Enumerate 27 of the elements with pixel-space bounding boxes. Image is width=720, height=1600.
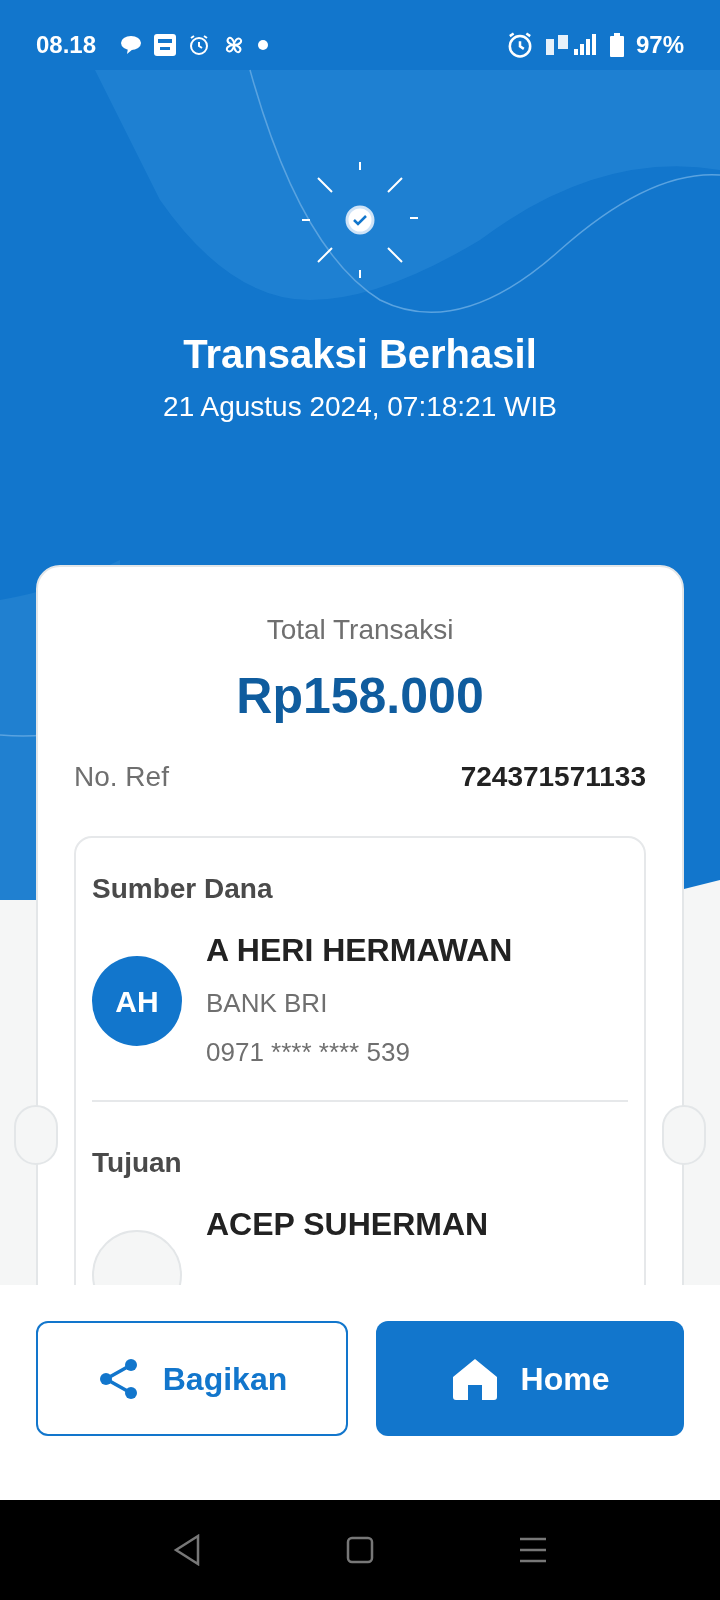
signal-icon (545, 33, 598, 57)
success-check-icon (300, 160, 420, 280)
bank-name: BANK BRI (206, 987, 329, 1020)
transaction-datetime: 21 Agustus 2024, 07:18:21 WIB (162, 390, 558, 424)
chat-icon (120, 35, 143, 55)
back-icon[interactable] (172, 1534, 202, 1566)
app-icon (154, 34, 177, 56)
account-number: 0971 **** **** 539 (206, 1036, 411, 1069)
dot-icon (258, 40, 269, 50)
share-button[interactable]: Bagikan (36, 1321, 348, 1436)
total-label: Total Transaksi (265, 613, 455, 647)
party-name: A HERI HERMAWAN (206, 931, 513, 970)
reference-number: 724371571133 (460, 760, 646, 794)
square-icon[interactable] (346, 1536, 374, 1564)
avatar: AH (92, 956, 182, 1046)
alarm-icon (188, 34, 211, 56)
status-time: 08.18 (36, 30, 97, 60)
section-heading: Tujuan (92, 1146, 183, 1180)
battery-percentage: 97% (635, 30, 684, 60)
menu-icon[interactable] (518, 1536, 548, 1564)
home-icon (450, 1356, 499, 1401)
section-heading: Sumber Dana (92, 872, 274, 906)
reference-label: No. Ref (74, 760, 169, 794)
total-amount: Rp158.000 (235, 667, 485, 726)
page-title: Transaksi Berhasil (182, 331, 538, 378)
home-button[interactable]: Home (376, 1321, 684, 1436)
party-name: ACEP SUHERMAN (206, 1205, 489, 1244)
